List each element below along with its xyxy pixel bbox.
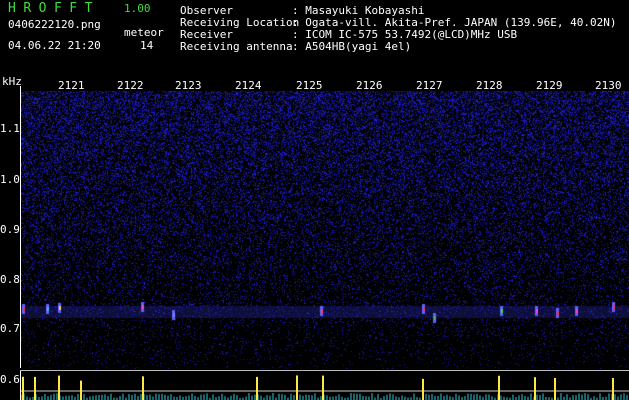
lower-panel-tick-label: 0.6 — [0, 373, 20, 386]
info-antenna-value: : A504HB(yagi 4el) — [292, 40, 412, 53]
file-name: 0406222120.png — [8, 18, 101, 31]
info-antenna-label: Receiving antenna — [180, 40, 293, 53]
info-observer-label: Observer — [180, 4, 233, 17]
unit-label: kHz — [2, 75, 22, 88]
app-name: HROFFT — [8, 1, 100, 16]
signal-strength-panel — [21, 375, 629, 400]
time-label: 2122 — [117, 79, 144, 92]
time-label: 2123 — [175, 79, 202, 92]
meteor-count: 14 — [140, 39, 154, 52]
freq-tick-label: 1.1 — [0, 122, 20, 135]
freq-tick-label: 1.0 — [0, 173, 20, 186]
meteor-label: meteor — [124, 26, 164, 39]
time-label: 2121 — [58, 79, 85, 92]
spectrogram-canvas[interactable] — [21, 91, 629, 369]
time-label: 2125 — [296, 79, 323, 92]
info-location-value: : Ogata-vill. Akita-Pref. JAPAN (139.96E… — [292, 16, 617, 29]
freq-tick-label: 0.7 — [0, 322, 20, 335]
time-label: 2129 — [536, 79, 563, 92]
info-location-label: Receiving Location — [180, 16, 300, 29]
time-label: 2128 — [476, 79, 503, 92]
app-version: 1.00 — [124, 2, 151, 15]
freq-tick-label: 0.9 — [0, 223, 20, 236]
info-observer-value: : Masayuki Kobayashi — [292, 4, 425, 17]
info-receiver-value: : ICOM IC-575 53.7492(@LCD)MHz USB — [292, 28, 518, 41]
time-label: 2130 — [595, 79, 622, 92]
datetime: 04.06.22 21:20 — [8, 39, 101, 52]
freq-tick-label: 0.8 — [0, 273, 20, 286]
time-label: 2127 — [416, 79, 443, 92]
time-label: 2126 — [356, 79, 383, 92]
time-label: 2124 — [235, 79, 262, 92]
info-receiver-label: Receiver — [180, 28, 233, 41]
